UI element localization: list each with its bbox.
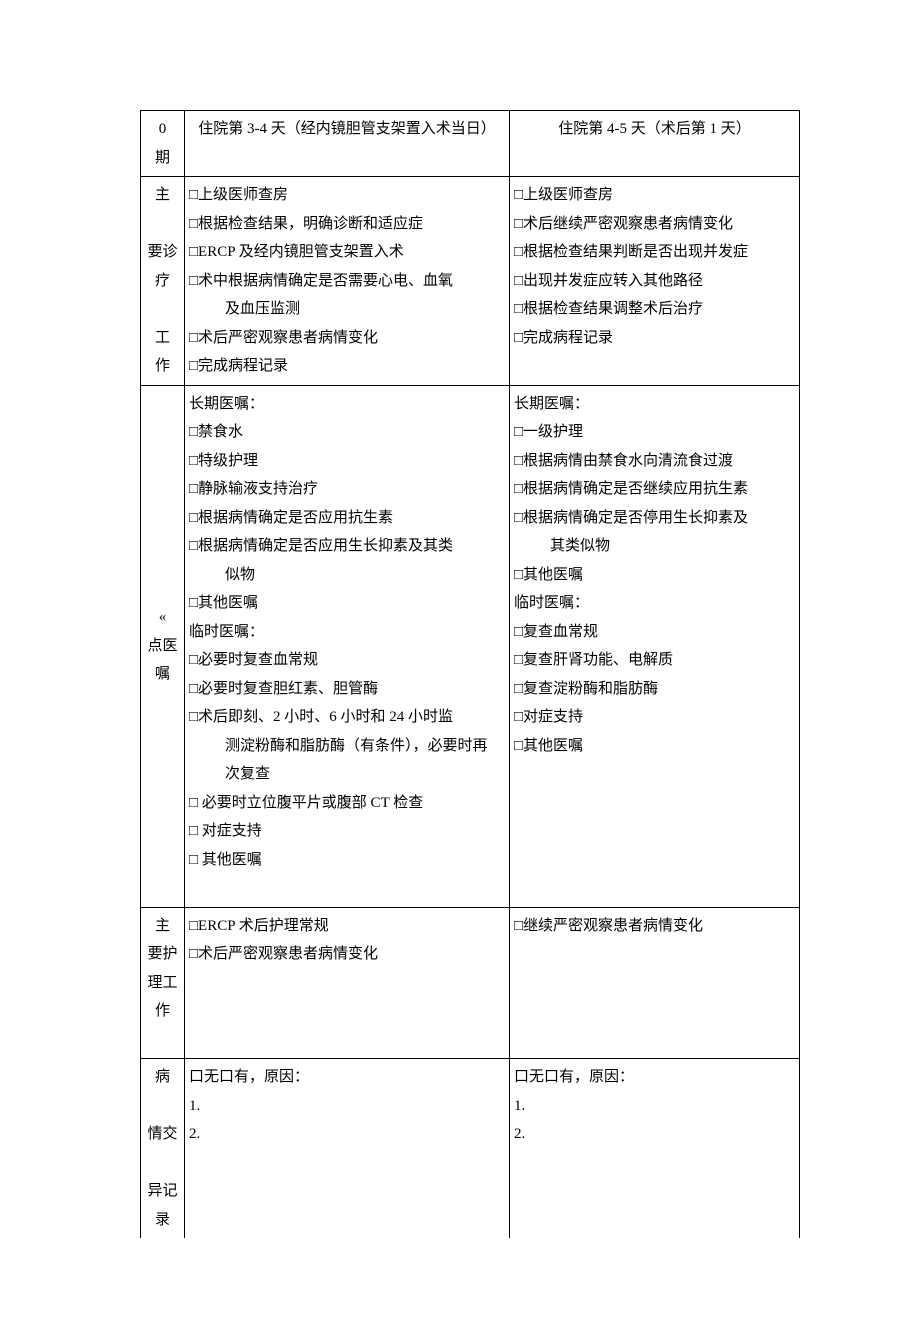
mw-l2: 要诊	[147, 244, 177, 260]
nr-l4: 作	[155, 1003, 170, 1019]
mw-d2-i6: □完成病程记录	[514, 324, 795, 353]
ord-d2-l1: □一级护理	[514, 418, 795, 447]
vr-d1-v1: 口无口有，原因：	[189, 1063, 505, 1092]
nursing-day2: □继续严密观察患者病情变化	[510, 907, 800, 1059]
ord-d2-t4: □对症支持	[514, 703, 795, 732]
ord-d2-t1: □复查血常规	[514, 618, 795, 647]
ord-d1-longhdr: 长期医嘱：	[189, 390, 505, 419]
header-day1: 住院第 3-4 天（经内镜胆管支架置入术当日）	[185, 111, 510, 177]
vr-l2: 情交	[147, 1126, 177, 1142]
ord-d2-l2: □根据病情由禁食水向清流食过渡	[514, 447, 795, 476]
mw-d1-i6: □术后严密观察患者病情变化	[189, 324, 505, 353]
ord-d1-l1: □禁食水	[189, 418, 505, 447]
mw-d2-i1: □上级医师查房	[514, 181, 795, 210]
ord-d2-t5: □其他医嘱	[514, 732, 795, 761]
document-page: 0 期 住院第 3-4 天（经内镜胆管支架置入术当日） 住院第 4-5 天（术后…	[140, 110, 800, 1238]
ord-d1-l5: □根据病情确定是否应用生长抑素及其类	[189, 532, 505, 561]
nr-d1-n2: □术后严密观察患者病情变化	[189, 940, 505, 969]
hdr-col0-l2: 期	[155, 150, 170, 166]
ord-d1-t1: □必要时复查血常规	[189, 646, 505, 675]
ord-d1-l2: □特级护理	[189, 447, 505, 476]
ord-d1-t3a: □术后即刻、2 小时、6 小时和 24 小时监	[189, 703, 505, 732]
ord-d2-t2: □复查肝肾功能、电解质	[514, 646, 795, 675]
header-row: 0 期 住院第 3-4 天（经内镜胆管支架置入术当日） 住院第 4-5 天（术后…	[141, 111, 800, 177]
variance-row: 病 情交 异记 录 口无口有，原因： 1. 2. 口无口有，原因： 1. 2.	[141, 1059, 800, 1239]
main-work-row: 主 要诊 疗 工 作 □上级医师查房 □根据检查结果，明确诊断和适应症 □ERC…	[141, 177, 800, 386]
header-col0: 0 期	[141, 111, 185, 177]
ord-d1-t5: □ 对症支持	[189, 817, 505, 846]
ord-d1-l4: □根据病情确定是否应用抗生素	[189, 504, 505, 533]
variance-day1: 口无口有，原因： 1. 2.	[185, 1059, 510, 1239]
nr-l3: 理工	[147, 975, 177, 991]
ord-l1: «	[159, 609, 167, 625]
mw-d1-i7: □完成病程记录	[189, 352, 505, 381]
mw-l5: 作	[155, 358, 170, 374]
nr-l1: 主	[155, 918, 170, 934]
ord-d1-t4: □ 必要时立位腹平片或腹部 CT 检查	[189, 789, 505, 818]
orders-day2: 长期医嘱： □一级护理 □根据病情由禁食水向清流食过渡 □根据病情确定是否继续应…	[510, 385, 800, 907]
main-work-day1: □上级医师查房 □根据检查结果，明确诊断和适应症 □ERCP 及经内镜胆管支架置…	[185, 177, 510, 386]
mw-d1-i2: □根据检查结果，明确诊断和适应症	[189, 210, 505, 239]
ord-d2-l4: □根据病情确定是否停用生长抑素及	[514, 504, 795, 533]
orders-day1: 长期医嘱： □禁食水 □特级护理 □静脉输液支持治疗 □根据病情确定是否应用抗生…	[185, 385, 510, 907]
vr-d2-v1: 口无口有，原因：	[514, 1063, 795, 1092]
mw-l3: 疗	[155, 273, 170, 289]
ord-d1-t6: □ 其他医嘱	[189, 846, 505, 875]
ord-d1-l5b: 似物	[189, 561, 505, 590]
ord-d1-t3c: 次复查	[189, 760, 505, 789]
mw-d1-i1: □上级医师查房	[189, 181, 505, 210]
vr-l1: 病	[155, 1069, 170, 1085]
mw-l4: 工	[155, 330, 170, 346]
nr-l2: 要护	[147, 946, 177, 962]
variance-label: 病 情交 异记 录	[141, 1059, 185, 1239]
orders-label: « 点医 嘱	[141, 385, 185, 907]
vr-d1-v3: 2.	[189, 1120, 505, 1149]
mw-l1: 主	[155, 187, 170, 203]
hdr-col0-l1: 0	[159, 121, 167, 137]
ord-l2: 点医	[147, 638, 177, 654]
vr-d2-v2: 1.	[514, 1092, 795, 1121]
vr-d2-v3: 2.	[514, 1120, 795, 1149]
main-work-label: 主 要诊 疗 工 作	[141, 177, 185, 386]
ord-d1-l6: □其他医嘱	[189, 589, 505, 618]
mw-d2-i5: □根据检查结果调整术后治疗	[514, 295, 795, 324]
ord-d1-temphdr: 临时医嘱：	[189, 618, 505, 647]
ord-d2-longhdr: 长期医嘱：	[514, 390, 795, 419]
ord-d2-t3: □复查淀粉酶和脂肪酶	[514, 675, 795, 704]
orders-row: « 点医 嘱 长期医嘱： □禁食水 □特级护理 □静脉输液支持治疗 □根据病情确…	[141, 385, 800, 907]
mw-d2-i2: □术后继续严密观察患者病情变化	[514, 210, 795, 239]
mw-d2-i3: □根据检查结果判断是否出现并发症	[514, 238, 795, 267]
vr-l4: 录	[155, 1212, 170, 1228]
variance-day2: 口无口有，原因： 1. 2.	[510, 1059, 800, 1239]
nursing-day1: □ERCP 术后护理常规 □术后严密观察患者病情变化	[185, 907, 510, 1059]
ord-d2-l5: □其他医嘱	[514, 561, 795, 590]
mw-d1-i5: 及血压监测	[189, 295, 505, 324]
ord-d2-l4b: 其类似物	[514, 532, 795, 561]
vr-l3: 异记	[147, 1183, 177, 1199]
nr-d1-n1: □ERCP 术后护理常规	[189, 912, 505, 941]
ord-d1-t3b: 测淀粉酶和脂肪酶（有条件），必要时再	[189, 732, 505, 761]
nursing-row: 主 要护 理工 作 □ERCP 术后护理常规 □术后严密观察患者病情变化 □继续…	[141, 907, 800, 1059]
header-day2: 住院第 4-5 天（术后第 1 天）	[510, 111, 800, 177]
nr-d2-n1: □继续严密观察患者病情变化	[514, 912, 795, 941]
ord-d1-l3: □静脉输液支持治疗	[189, 475, 505, 504]
ord-d2-temphdr: 临时医嘱：	[514, 589, 795, 618]
mw-d1-i3: □ERCP 及经内镜胆管支架置入术	[189, 238, 505, 267]
mw-d2-i4: □出现并发症应转入其他路径	[514, 267, 795, 296]
mw-d1-i4: □术中根据病情确定是否需要心电、血氧	[189, 267, 505, 296]
ord-l3: 嘱	[155, 666, 170, 682]
clinical-pathway-table: 0 期 住院第 3-4 天（经内镜胆管支架置入术当日） 住院第 4-5 天（术后…	[140, 110, 800, 1238]
main-work-day2: □上级医师查房 □术后继续严密观察患者病情变化 □根据检查结果判断是否出现并发症…	[510, 177, 800, 386]
vr-d1-v2: 1.	[189, 1092, 505, 1121]
nursing-label: 主 要护 理工 作	[141, 907, 185, 1059]
ord-d1-t2: □必要时复查胆红素、胆管酶	[189, 675, 505, 704]
ord-d2-l3: □根据病情确定是否继续应用抗生素	[514, 475, 795, 504]
